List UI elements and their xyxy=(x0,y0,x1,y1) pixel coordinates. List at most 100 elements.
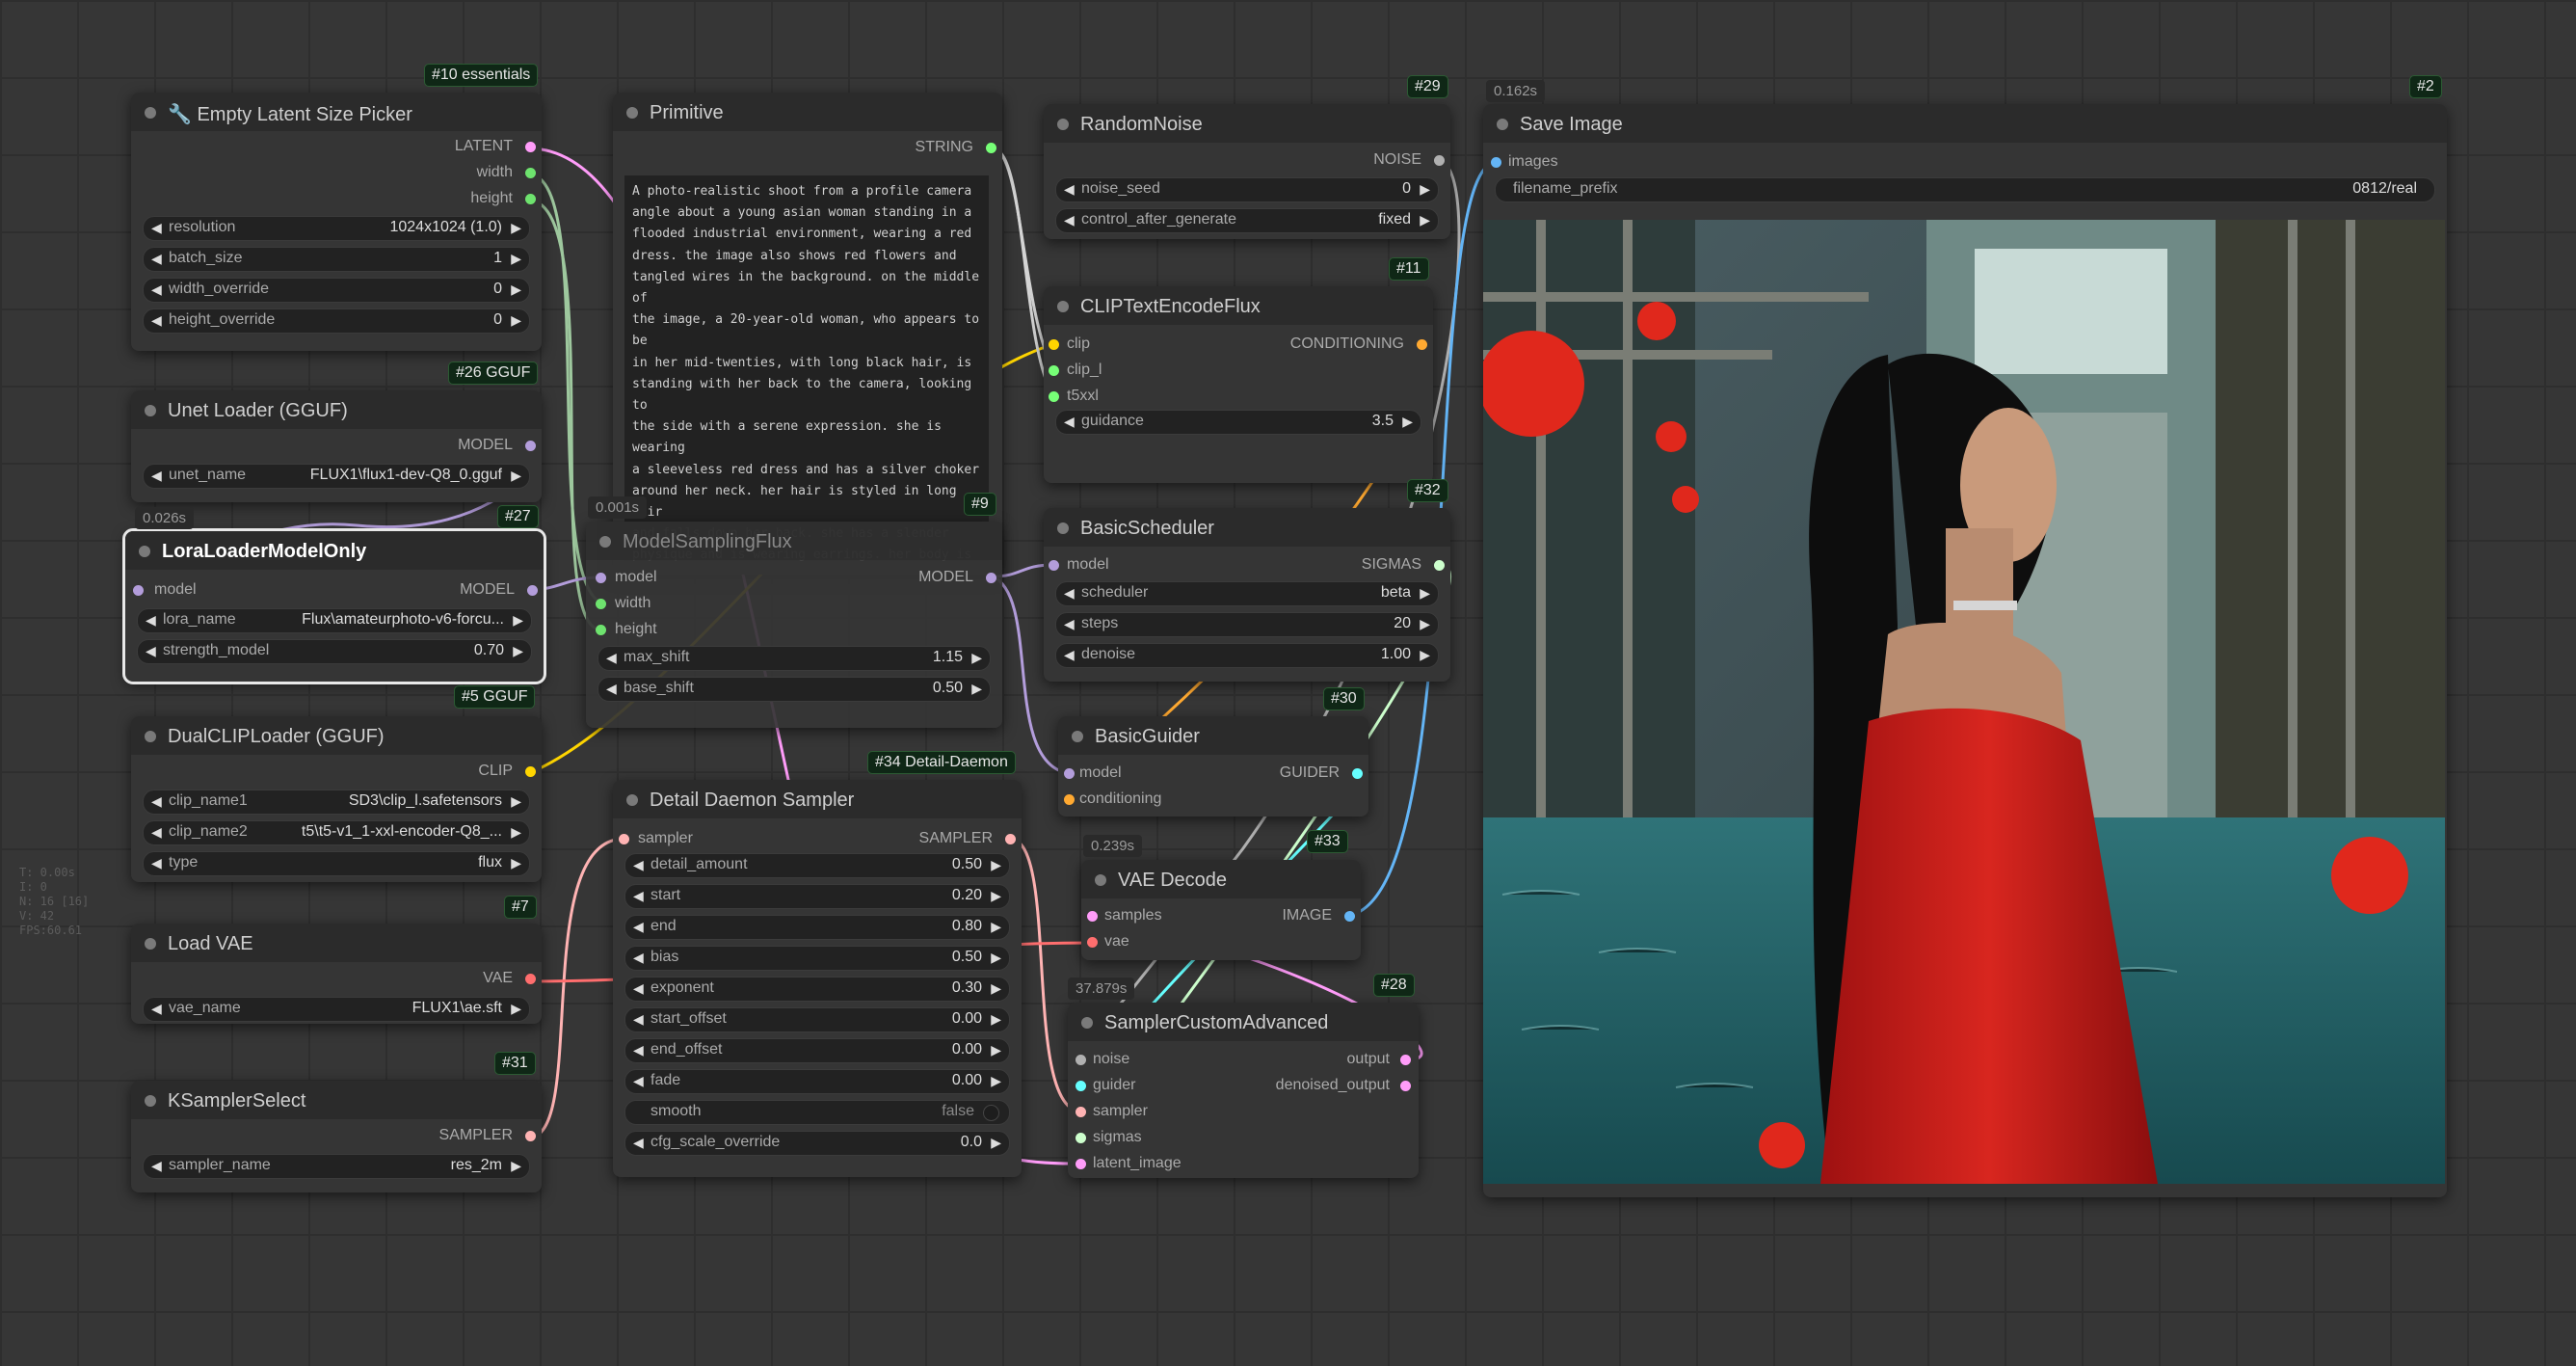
node-load-vae[interactable]: Load VAE VAE ◀ vae_name FLUX1\ae.sft ▶ xyxy=(131,924,542,1024)
output-slot[interactable] xyxy=(986,143,996,153)
output-slot[interactable] xyxy=(525,441,536,451)
widget-lora-name[interactable]: ◀ lora_name Flux\amateurphoto-v6-forcu... ▶ xyxy=(137,608,532,633)
collapse-dot[interactable] xyxy=(139,546,150,557)
collapse-dot[interactable] xyxy=(1497,119,1508,130)
output-slot[interactable] xyxy=(1352,768,1363,779)
collapse-dot[interactable] xyxy=(599,536,611,548)
input-slot[interactable] xyxy=(1064,794,1075,805)
input-slot[interactable] xyxy=(1049,365,1059,376)
input-slot[interactable] xyxy=(1491,157,1501,168)
widget-strength-model[interactable]: ◀ strength_model 0.70 ▶ xyxy=(137,639,532,664)
widget-clip-name1[interactable]: ◀ clip_name1 SD3\clip_l.safetensors ▶ xyxy=(143,790,530,815)
collapse-dot[interactable] xyxy=(1057,119,1069,130)
input-slot[interactable] xyxy=(619,834,629,844)
input-slot[interactable] xyxy=(596,573,606,583)
output-slot[interactable] xyxy=(1417,339,1427,350)
output-slot[interactable] xyxy=(1005,834,1016,844)
collapse-dot[interactable] xyxy=(1081,1017,1093,1029)
node-save-image[interactable]: Save Image images filename_prefix 0812/re… xyxy=(1483,104,2447,1197)
input-slot[interactable] xyxy=(1076,1133,1086,1143)
node-lora-loader[interactable]: LoraLoaderModelOnly model MODEL ◀ lora_na… xyxy=(122,528,546,684)
node-primitive[interactable]: Primitive STRING A photo-realistic shoot… xyxy=(613,93,1002,575)
widget-cfg-scale-override[interactable]: ◀ cfg_scale_override 0.0 ▶ xyxy=(624,1131,1010,1156)
widget-sampler-name[interactable]: ◀ sampler_name res_2m ▶ xyxy=(143,1154,530,1179)
node-vae-decode[interactable]: VAE Decode samples vae IMAGE xyxy=(1081,860,1361,960)
widget-end-offset[interactable]: ◀ end_offset 0.00 ▶ xyxy=(624,1038,1010,1063)
output-slot[interactable] xyxy=(1400,1081,1411,1091)
collapse-dot[interactable] xyxy=(1072,731,1083,742)
widget-width-override[interactable]: ◀ width_override 0 ▶ xyxy=(143,278,530,303)
collapse-dot[interactable] xyxy=(145,938,156,950)
widget-detail-amount[interactable]: ◀ detail_amount 0.50 ▶ xyxy=(624,853,1010,878)
input-filename-prefix[interactable]: filename_prefix 0812/real xyxy=(1495,177,2435,202)
output-image-preview[interactable] xyxy=(1483,220,2445,1184)
input-slot[interactable] xyxy=(596,625,606,635)
widget-denoise[interactable]: ◀ denoise 1.00 ▶ xyxy=(1055,643,1439,668)
widget-start[interactable]: ◀ start 0.20 ▶ xyxy=(624,884,1010,909)
node-sampler-custom-advanced[interactable]: SamplerCustomAdvanced noise guider sampl… xyxy=(1068,1003,1419,1178)
collapse-dot[interactable] xyxy=(145,107,156,119)
input-slot[interactable] xyxy=(133,585,144,596)
node-basic-guider[interactable]: BasicGuider model conditioning GUIDER xyxy=(1058,716,1368,817)
input-slot[interactable] xyxy=(1049,339,1059,350)
input-slot[interactable] xyxy=(1087,911,1098,922)
toggle-smooth[interactable]: smooth false xyxy=(624,1100,1010,1125)
input-slot[interactable] xyxy=(1087,937,1098,948)
widget-start-offset[interactable]: ◀ start_offset 0.00 ▶ xyxy=(624,1007,1010,1032)
node-model-sampling-flux[interactable]: ModelSamplingFlux model width height MOD… xyxy=(586,522,1002,728)
node-empty-latent-size-picker[interactable]: 🔧 Empty Latent Size Picker LATENT width … xyxy=(131,93,542,351)
output-slot[interactable] xyxy=(525,168,536,178)
input-slot[interactable] xyxy=(1049,560,1059,571)
widget-noise-seed[interactable]: ◀ noise_seed 0 ▶ xyxy=(1055,177,1439,202)
widget-type[interactable]: ◀ type flux ▶ xyxy=(143,851,530,876)
widget-clip-name2[interactable]: ◀ clip_name2 t5\t5-v1_1-xxl-encoder-Q8_...… xyxy=(143,820,530,845)
widget-max-shift[interactable]: ◀ max_shift 1.15 ▶ xyxy=(598,646,991,671)
collapse-dot[interactable] xyxy=(1057,522,1069,534)
collapse-dot[interactable] xyxy=(1095,874,1106,886)
widget-end[interactable]: ◀ end 0.80 ▶ xyxy=(624,915,1010,940)
collapse-dot[interactable] xyxy=(145,405,156,416)
output-slot[interactable] xyxy=(525,142,536,152)
widget-vae-name[interactable]: ◀ vae_name FLUX1\ae.sft ▶ xyxy=(143,997,530,1022)
node-random-noise[interactable]: RandomNoise NOISE ◀ noise_seed 0 ▶ ◀ control… xyxy=(1044,104,1450,239)
collapse-dot[interactable] xyxy=(626,107,638,119)
widget-resolution[interactable]: ◀ resolution 1024x1024 (1.0) ▶ xyxy=(143,216,530,241)
widget-scheduler[interactable]: ◀ scheduler beta ▶ xyxy=(1055,581,1439,606)
prompt-textarea[interactable]: A photo-realistic shoot from a profile c… xyxy=(624,175,989,561)
output-slot[interactable] xyxy=(525,766,536,777)
output-slot[interactable] xyxy=(525,194,536,204)
output-slot[interactable] xyxy=(986,573,996,583)
node-clip-text-encode-flux[interactable]: CLIPTextEncodeFlux clip clip_l t5xxl CON… xyxy=(1044,286,1433,483)
collapse-dot[interactable] xyxy=(626,794,638,806)
widget-steps[interactable]: ◀ steps 20 ▶ xyxy=(1055,612,1439,637)
collapse-dot[interactable] xyxy=(145,1095,156,1107)
input-slot[interactable] xyxy=(1049,391,1059,402)
input-slot[interactable] xyxy=(1064,768,1075,779)
widget-bias[interactable]: ◀ bias 0.50 ▶ xyxy=(624,946,1010,971)
input-slot[interactable] xyxy=(1076,1159,1086,1169)
widget-guidance[interactable]: ◀ guidance 3.5 ▶ xyxy=(1055,410,1421,435)
input-slot[interactable] xyxy=(1076,1107,1086,1117)
widget-height-override[interactable]: ◀ height_override 0 ▶ xyxy=(143,308,530,334)
widget-fade[interactable]: ◀ fade 0.00 ▶ xyxy=(624,1069,1010,1094)
node-dual-clip-loader[interactable]: DualCLIPLoader (GGUF) CLIP ◀ clip_name1 SD… xyxy=(131,716,542,882)
output-slot[interactable] xyxy=(1434,560,1445,571)
input-slot[interactable] xyxy=(1076,1055,1086,1065)
collapse-dot[interactable] xyxy=(145,731,156,742)
widget-batch-size[interactable]: ◀ batch_size 1 ▶ xyxy=(143,247,530,272)
widget-base-shift[interactable]: ◀ base_shift 0.50 ▶ xyxy=(598,677,991,702)
node-detail-daemon-sampler[interactable]: Detail Daemon Sampler sampler SAMPLER ◀ d… xyxy=(613,780,1022,1177)
node-unet-loader[interactable]: Unet Loader (GGUF) MODEL ◀ unet_name FLUX1… xyxy=(131,390,542,502)
input-slot[interactable] xyxy=(1076,1081,1086,1091)
output-slot[interactable] xyxy=(525,1131,536,1141)
node-ksampler-select[interactable]: KSamplerSelect SAMPLER ◀ sampler_name res_… xyxy=(131,1081,542,1192)
output-slot[interactable] xyxy=(1344,911,1355,922)
collapse-dot[interactable] xyxy=(1057,301,1069,312)
widget-unet-name[interactable]: ◀ unet_name FLUX1\flux1-dev-Q8_0.gguf ▶ xyxy=(143,464,530,489)
input-slot[interactable] xyxy=(596,599,606,609)
output-slot[interactable] xyxy=(1400,1055,1411,1065)
node-basic-scheduler[interactable]: BasicScheduler model SIGMAS ◀ scheduler be… xyxy=(1044,508,1450,682)
widget-control-after-generate[interactable]: ◀ control_after_generate fixed ▶ xyxy=(1055,208,1439,233)
output-slot[interactable] xyxy=(527,585,538,596)
widget-exponent[interactable]: ◀ exponent 0.30 ▶ xyxy=(624,977,1010,1002)
